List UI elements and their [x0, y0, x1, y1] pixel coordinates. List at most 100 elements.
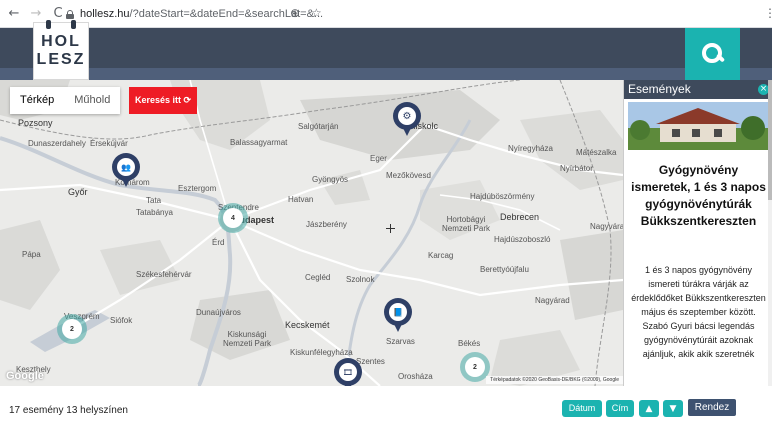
- google-logo: Google: [6, 370, 44, 382]
- logo-text-lesz: LESZ: [36, 51, 86, 68]
- site-logo[interactable]: HOL LESZ: [33, 20, 89, 80]
- event-title[interactable]: Gyógynövény ismeretek, 1 és 3 napos gyóg…: [628, 162, 769, 230]
- place-label: Siófok: [110, 316, 133, 325]
- bicycle-icon: ⚙: [398, 107, 416, 125]
- event-count: 17 esemény 13 helyszínen: [9, 405, 128, 416]
- search-icon: [701, 43, 724, 65]
- place-label: Cegléd: [305, 273, 331, 282]
- cluster-balaton[interactable]: 2: [57, 314, 87, 344]
- place-label: Karcag: [428, 251, 454, 260]
- order-button[interactable]: Rendez: [688, 399, 736, 416]
- place-label: Tata: [146, 196, 162, 205]
- place-label: Dunaszerdahely: [28, 139, 86, 148]
- panel-scrollbar[interactable]: [768, 80, 772, 386]
- pin-szarvas[interactable]: 📘: [384, 298, 412, 334]
- place-label: Nyíregyháza: [508, 144, 553, 153]
- search-button[interactable]: [685, 28, 740, 80]
- bookmark-star-icon[interactable]: ☆: [311, 6, 322, 20]
- place-label: Hatvan: [288, 195, 314, 204]
- place-label: Gyöngyös: [312, 175, 349, 184]
- place-label: Érsekújvár: [90, 139, 128, 148]
- chevron-up-icon: ▲: [645, 403, 653, 414]
- place-label: Kecskemét: [285, 320, 330, 330]
- place-label: Hajdúszoboszló: [494, 235, 551, 244]
- sort-by-date-button[interactable]: Dátum: [562, 400, 602, 417]
- logo-text-hol: HOL: [41, 33, 81, 50]
- place-label: Hortobágyi Nemzeti Park: [441, 215, 490, 233]
- cluster-count: 4: [223, 208, 243, 228]
- place-label: Pápa: [22, 250, 41, 259]
- tab-terkep[interactable]: Térkép: [10, 87, 64, 114]
- book-icon: 📘: [389, 303, 407, 321]
- place-label: Nagyárad: [535, 296, 570, 305]
- place-label: Békés: [458, 339, 481, 348]
- place-label: Nyírbátor: [560, 164, 593, 173]
- lock-icon: [66, 9, 74, 19]
- map-attribution[interactable]: Térképadatok ©2020 GeoBasis-DE/BKG (©200…: [486, 376, 623, 384]
- search-here-button[interactable]: Keresés itt ⟳: [129, 87, 197, 114]
- place-label: Eger: [370, 154, 387, 163]
- cluster-count: 2: [465, 357, 485, 377]
- place-label: Hajdúböszörmény: [470, 192, 535, 201]
- place-label: Esztergom: [178, 184, 217, 193]
- forward-arrow-icon[interactable]: →: [28, 6, 44, 22]
- place-label: Nagyvárad: [590, 222, 623, 231]
- pin-head: 📘: [384, 298, 412, 326]
- pin-head: 👥: [112, 153, 140, 181]
- place-label: Dunaújváros: [196, 308, 241, 317]
- back-arrow-icon[interactable]: ←: [6, 6, 22, 22]
- place-label: Mátészalka: [576, 148, 617, 157]
- events-panel-title: Események: [628, 82, 691, 96]
- chevron-down-icon: ▼: [669, 403, 677, 414]
- page: ← → C hollesz.hu/?dateStart=&dateEnd=&se…: [0, 0, 772, 423]
- pin-szentes[interactable]: 🎞: [334, 358, 362, 386]
- url-text: hollesz.hu/?dateStart=&dateEnd=&searchLa…: [80, 8, 323, 20]
- place-label: Székesfehérvár: [136, 270, 192, 279]
- header-stripe: [0, 68, 772, 80]
- events-panel-header: Események ×: [624, 80, 772, 99]
- cluster-budapest[interactable]: 4: [218, 203, 248, 233]
- crosshair-cursor-icon: [386, 224, 395, 233]
- place-label: Tatabánya: [136, 208, 173, 217]
- sort-ascending-button[interactable]: ▲: [639, 400, 659, 417]
- location-icon[interactable]: ⊕: [290, 6, 300, 20]
- browser-toolbar: ← → C hollesz.hu/?dateStart=&dateEnd=&se…: [0, 0, 772, 28]
- sort-descending-button[interactable]: ▼: [663, 400, 683, 417]
- place-label: Debrecen: [500, 212, 540, 222]
- cluster-count: 2: [62, 319, 82, 339]
- events-panel: Események × Gyógynövény ismeretek, 1 és …: [623, 80, 772, 386]
- place-label: Salgótarján: [298, 122, 339, 131]
- place-label: Balassagyarmat: [230, 138, 288, 147]
- event-image[interactable]: [628, 102, 769, 150]
- place-label: Érd: [212, 238, 225, 247]
- browser-menu-icon[interactable]: ⋮: [764, 6, 772, 20]
- place-label: Kiskunfélegyháza: [290, 348, 353, 357]
- place-label: Szarvas: [386, 337, 415, 346]
- sort-by-title-button[interactable]: Cím: [606, 400, 634, 417]
- place-label: Kiskunsági Nemzeti Park: [222, 330, 271, 348]
- site-header: [0, 28, 772, 68]
- place-label: Jászberény: [306, 220, 347, 229]
- pin-miskolc[interactable]: ⚙: [393, 102, 421, 138]
- logo-pin-right-icon: [71, 20, 76, 29]
- pin-head: ⚙: [393, 102, 421, 130]
- pin-head: 🎞: [334, 358, 362, 386]
- place-label: Orosháza: [398, 372, 433, 381]
- scrollbar-thumb[interactable]: [768, 80, 772, 200]
- logo-pin-left-icon: [46, 20, 51, 29]
- map-type-control: Térkép Műhold: [10, 87, 121, 114]
- place-label: Győr: [68, 187, 88, 197]
- event-description: 1 és 3 napos gyógynövény ismereti túrákr…: [631, 265, 766, 359]
- place-label: Szolnok: [346, 275, 375, 284]
- place-label: Mezőkövesd: [386, 171, 431, 180]
- reload-icon[interactable]: C: [50, 6, 66, 22]
- event-photo: [628, 102, 769, 150]
- place-label: Berettyóújfalu: [480, 265, 529, 274]
- group-icon: 👥: [117, 158, 135, 176]
- film-icon: 🎞: [339, 363, 357, 381]
- pin-komarom[interactable]: 👥: [112, 153, 140, 189]
- place-label: Pozsony: [18, 118, 53, 128]
- map[interactable]: Pozsony Dunaszerdahely Érsekújvár Komáro…: [0, 80, 623, 386]
- url-host: hollesz.hu: [80, 8, 130, 20]
- tab-muhold[interactable]: Műhold: [64, 87, 120, 114]
